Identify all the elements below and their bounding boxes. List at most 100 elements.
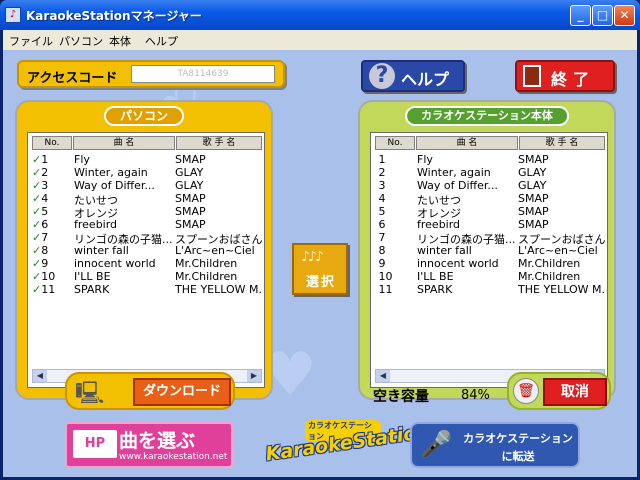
scroll-right-icon[interactable]: ▶ bbox=[247, 370, 261, 382]
access-code-label: アクセスコード bbox=[27, 71, 118, 86]
check-icon[interactable]: ✓ bbox=[32, 205, 41, 218]
col-song-header[interactable]: 曲 名 bbox=[73, 136, 175, 150]
trash-icon: 🗑 bbox=[513, 378, 539, 404]
close-button[interactable]: ✕ bbox=[614, 5, 635, 26]
maximize-button[interactable]: □ bbox=[592, 5, 613, 26]
menu-pc[interactable]: パソコン bbox=[59, 33, 103, 49]
check-icon[interactable]: ✓ bbox=[32, 283, 41, 296]
check-icon[interactable]: ✓ bbox=[32, 179, 41, 192]
check-icon[interactable]: ✓ bbox=[32, 231, 41, 244]
hp-laptop-icon: HP bbox=[73, 430, 117, 458]
check-icon[interactable]: ✓ bbox=[32, 218, 41, 231]
hp-url: www.karaokestation.net bbox=[119, 452, 228, 462]
list-item[interactable]: 6 freebird SMAP bbox=[375, 218, 607, 231]
row-number: ✓8 bbox=[32, 244, 49, 257]
help-button[interactable]: ? ヘルプ bbox=[361, 60, 465, 92]
list-item[interactable]: 2 Winter, again GLAY bbox=[375, 166, 607, 179]
exit-label: 終了 bbox=[551, 70, 596, 89]
artist-name: Mr.Children bbox=[518, 257, 581, 270]
row-number: 10 bbox=[378, 270, 393, 283]
list-item[interactable]: 10 I'LL BE Mr.Children bbox=[375, 270, 607, 283]
cancel-area: 🗑 取消 bbox=[507, 372, 611, 410]
free-space-label: 空き容量 bbox=[373, 389, 429, 405]
row-number: 9 bbox=[378, 257, 386, 270]
list-item[interactable]: 11 SPARK THE YELLOW M... bbox=[375, 283, 607, 296]
col-no-header[interactable]: No. bbox=[375, 136, 415, 150]
pc-song-list[interactable]: No. 曲 名 歌 手 名 ◀ ▶ ✓1 Fly SMAP ✓2 Winter, aga… bbox=[27, 132, 265, 388]
list-item[interactable]: ✓1 Fly SMAP bbox=[32, 153, 264, 166]
col-song-header[interactable]: 曲 名 bbox=[416, 136, 518, 150]
minimize-button[interactable]: _ bbox=[570, 5, 591, 26]
song-title: innocent world bbox=[74, 257, 156, 270]
select-button[interactable]: ♪♪♪ 選択 bbox=[292, 243, 348, 295]
row-number: ✓2 bbox=[32, 166, 49, 179]
row-number: 3 bbox=[378, 179, 386, 192]
free-space-value: 84% bbox=[461, 388, 490, 403]
list-item[interactable]: 8 winter fall L'Arc~en~Ciel bbox=[375, 244, 607, 257]
exit-button[interactable]: 終了 bbox=[515, 60, 615, 92]
check-icon[interactable]: ✓ bbox=[32, 166, 41, 179]
song-title: winter fall bbox=[74, 244, 129, 257]
transfer-label-line2: に転送 bbox=[501, 450, 535, 463]
access-code-field[interactable]: TA8114639 bbox=[131, 65, 275, 83]
row-number: 6 bbox=[378, 218, 386, 231]
check-icon[interactable]: ✓ bbox=[32, 270, 41, 283]
menu-device[interactable]: 本体 bbox=[109, 33, 131, 49]
check-icon[interactable]: ✓ bbox=[32, 192, 41, 205]
row-number: ✓11 bbox=[32, 283, 56, 296]
station-song-list[interactable]: No. 曲 名 歌 手 名 ◀ ▶ 1FlySMAP 2Winter, agai… bbox=[370, 132, 608, 388]
list-item[interactable]: 9 innocent world Mr.Children bbox=[375, 257, 607, 270]
list-item[interactable]: 7 リンゴの森の子猫... スプーンおばさん bbox=[375, 231, 607, 246]
download-button[interactable]: ダウンロード bbox=[133, 378, 231, 406]
app-icon: ♪ bbox=[5, 7, 21, 23]
list-item[interactable]: ✓11 SPARK THE YELLOW M... bbox=[32, 283, 264, 296]
microphone-icon: 🎤 bbox=[420, 430, 453, 460]
list-item[interactable]: ✓3 Way of Differ... GLAY bbox=[32, 179, 264, 192]
artist-name: L'Arc~en~Ciel bbox=[175, 244, 255, 257]
list-item[interactable]: ✓7 リンゴの森の子猫... スプーンおばさん bbox=[32, 231, 264, 246]
transfer-label-line1: カラオケステーション bbox=[463, 432, 573, 445]
row-number: ✓7 bbox=[32, 231, 49, 244]
list-item[interactable]: ✓10 I'LL BE Mr.Children bbox=[32, 270, 264, 283]
list-item[interactable]: 4 たいせつ SMAP bbox=[375, 192, 607, 207]
check-icon[interactable]: ✓ bbox=[32, 153, 41, 166]
list-item[interactable]: ✓2 Winter, again GLAY bbox=[32, 166, 264, 179]
song-title: freebird bbox=[74, 218, 118, 231]
row-number: 4 bbox=[378, 192, 386, 205]
artist-name: SMAP bbox=[175, 153, 206, 166]
list-item[interactable]: 1 Fly SMAP bbox=[375, 153, 607, 166]
col-artist-header[interactable]: 歌 手 名 bbox=[519, 136, 605, 150]
artist-name: SMAP bbox=[175, 192, 206, 205]
check-icon[interactable]: ✓ bbox=[32, 244, 41, 257]
list-item[interactable]: ✓8 winter fall L'Arc~en~Ciel bbox=[32, 244, 264, 257]
list-item[interactable]: ✓6 freebird SMAP bbox=[32, 218, 264, 231]
check-icon[interactable]: ✓ bbox=[32, 257, 41, 270]
choose-songs-hp-button[interactable]: HP 曲を選ぶ www.karaokestation.net bbox=[65, 422, 233, 468]
menu-help[interactable]: ヘルプ bbox=[145, 33, 178, 49]
transfer-button[interactable]: 🎤 カラオケステーション に転送 bbox=[410, 422, 580, 468]
menu-file[interactable]: ファイル bbox=[9, 33, 53, 49]
song-title: I'LL BE bbox=[417, 270, 454, 283]
list-item[interactable]: ✓5 オレンジ SMAP bbox=[32, 205, 264, 220]
scroll-left-icon[interactable]: ◀ bbox=[33, 370, 47, 382]
artist-name: L'Arc~en~Ciel bbox=[518, 244, 598, 257]
row-number: 7 bbox=[378, 231, 386, 244]
list-item[interactable]: ✓9 innocent world Mr.Children bbox=[32, 257, 264, 270]
artist-name: GLAY bbox=[518, 166, 547, 179]
list-item[interactable]: 5 オレンジ SMAP bbox=[375, 205, 607, 220]
download-area: 🖳 ダウンロード bbox=[65, 372, 235, 410]
col-artist-header[interactable]: 歌 手 名 bbox=[176, 136, 262, 150]
list-item[interactable]: 3 Way of Differ... GLAY bbox=[375, 179, 607, 192]
cancel-button[interactable]: 取消 bbox=[543, 378, 607, 406]
row-number: ✓4 bbox=[32, 192, 49, 205]
scroll-left-icon[interactable]: ◀ bbox=[376, 370, 390, 382]
row-number: ✓6 bbox=[32, 218, 49, 231]
artist-name: SMAP bbox=[518, 205, 549, 218]
col-no-header[interactable]: No. bbox=[32, 136, 72, 150]
song-title: Winter, again bbox=[74, 166, 148, 179]
song-title: Fly bbox=[417, 153, 433, 166]
song-title: Winter, again bbox=[417, 166, 491, 179]
row-number: 5 bbox=[378, 205, 386, 218]
song-title: SPARK bbox=[417, 283, 453, 296]
list-item[interactable]: ✓4 たいせつ SMAP bbox=[32, 192, 264, 207]
